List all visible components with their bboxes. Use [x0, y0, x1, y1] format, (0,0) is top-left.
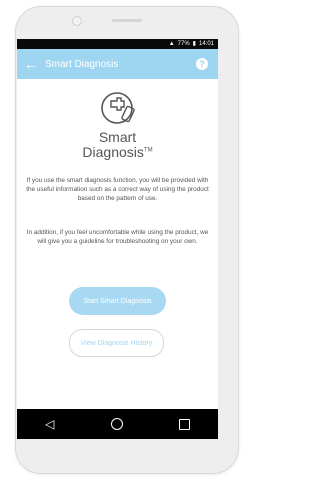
- brand-line-2: DiagnosisTM: [17, 144, 218, 160]
- help-icon[interactable]: ?: [196, 58, 208, 70]
- nav-back-icon[interactable]: ◁: [45, 417, 54, 431]
- start-smart-diagnosis-button[interactable]: Start Smart Diagnosis: [69, 287, 166, 315]
- trademark-mark: TM: [143, 147, 153, 154]
- nav-home-icon[interactable]: [110, 418, 123, 430]
- signal-icon: ▲: [168, 41, 175, 47]
- earpiece-speaker: [112, 19, 142, 22]
- nav-recents-icon[interactable]: [178, 418, 190, 430]
- smart-diagnosis-logo-icon: [101, 92, 135, 124]
- back-arrow-icon[interactable]: ←: [17, 49, 45, 79]
- main-content: Smart DiagnosisTM If you use the smart d…: [17, 79, 218, 409]
- phone-screen: ▲ 77% ▮ 14:01 ← Smart Diagnosis ? Smart …: [17, 39, 218, 439]
- app-bar: ← Smart Diagnosis ?: [17, 49, 218, 79]
- front-camera: [72, 16, 82, 26]
- brand-name: Diagnosis: [82, 144, 144, 160]
- battery-percent: 77%: [177, 41, 190, 47]
- page-title: Smart Diagnosis: [45, 58, 119, 70]
- brand-line-1: Smart: [98, 129, 137, 145]
- description-paragraph-2: In addition, if you feel uncomfortable w…: [26, 229, 209, 245]
- navigation-bar: ◁: [17, 409, 218, 439]
- clock: 14:01: [198, 41, 214, 47]
- description-paragraph-1: If you use the smart diagnosis function,…: [26, 177, 209, 202]
- status-bar: ▲ 77% ▮ 14:01: [17, 39, 218, 49]
- view-diagnosis-history-button[interactable]: View Diagnosis History: [69, 329, 164, 357]
- battery-icon: ▮: [192, 41, 196, 47]
